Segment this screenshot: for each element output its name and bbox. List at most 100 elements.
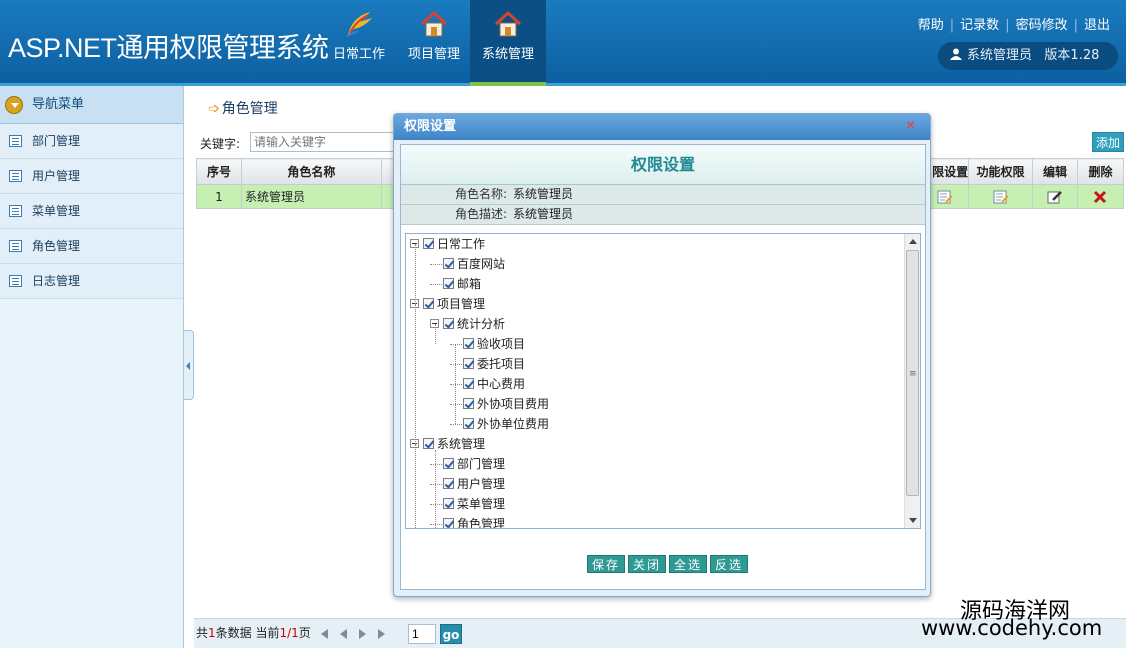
user-info: 系统管理员 版本1.28 — [938, 42, 1118, 70]
sidebar-item-department[interactable]: 部门管理 — [0, 124, 183, 159]
last-page-icon[interactable] — [377, 628, 385, 639]
tree-node[interactable]: 验收项目 — [450, 334, 525, 354]
sidebar-item-label: 角色管理 — [32, 239, 81, 253]
tree-connector — [450, 404, 462, 405]
checkbox-checked-icon[interactable] — [423, 238, 434, 249]
tree-node[interactable]: 外协项目费用 — [450, 394, 549, 414]
list-icon — [9, 240, 22, 252]
sidebar-item-label: 日志管理 — [32, 274, 81, 288]
tree-node-label: 外协项目费用 — [477, 397, 550, 411]
tree-node[interactable]: 委托项目 — [450, 354, 525, 374]
checkbox-checked-icon[interactable] — [443, 498, 454, 509]
tree-node[interactable]: 菜单管理 — [430, 494, 505, 514]
close-button[interactable]: 关闭 — [628, 555, 667, 573]
checkbox-checked-icon[interactable] — [423, 298, 434, 309]
records-link[interactable]: 记录数 — [960, 18, 999, 33]
column-header[interactable]: 编辑 — [1032, 158, 1078, 185]
permission-edit-icon[interactable] — [937, 190, 953, 204]
user-name: 系统管理员 — [967, 48, 1033, 63]
topnav-project-management[interactable]: 项目管理 — [398, 0, 470, 86]
tree-connector — [450, 364, 462, 365]
dialog-titlebar[interactable]: 权限设置 — [394, 114, 930, 140]
tree-node-label: 系统管理 — [437, 437, 486, 451]
list-icon — [9, 135, 22, 147]
sidebar-header[interactable]: 导航菜单 — [0, 86, 183, 124]
tree-node-label: 项目管理 — [437, 297, 486, 311]
pager-current: 1/1 — [279, 626, 299, 640]
checkbox-checked-icon[interactable] — [443, 518, 454, 528]
checkbox-checked-icon[interactable] — [443, 278, 454, 289]
column-header[interactable]: 删除 — [1076, 158, 1125, 185]
close-icon[interactable]: × — [905, 118, 916, 133]
column-header[interactable]: 序号 — [196, 158, 242, 185]
permission-edit-icon[interactable] — [993, 190, 1009, 204]
change-password-link[interactable]: 密码修改 — [1016, 18, 1068, 33]
next-page-icon[interactable] — [358, 628, 366, 639]
tree-node[interactable]: 用户管理 — [430, 474, 505, 494]
checkbox-checked-icon[interactable] — [443, 318, 454, 329]
sidebar-item-user[interactable]: 用户管理 — [0, 159, 183, 194]
column-header[interactable]: 功能权限 — [968, 158, 1034, 185]
version-label: 版本1.28 — [1044, 48, 1100, 63]
topnav-label: 日常工作 — [332, 47, 385, 62]
tree-node[interactable]: 中心费用 — [450, 374, 525, 394]
sidebar-collapse-handle[interactable] — [184, 330, 194, 400]
logout-link[interactable]: 退出 — [1084, 18, 1110, 33]
sidebar-item-log[interactable]: 日志管理 — [0, 264, 183, 299]
tree-connector — [430, 264, 442, 265]
scroll-down-icon[interactable] — [909, 518, 917, 523]
tree-connector-line — [455, 344, 456, 424]
tree-connector — [430, 464, 442, 465]
scroll-up-icon[interactable] — [909, 239, 917, 244]
top-links: 帮助 | 记录数 | 密码修改 | 退出 — [917, 18, 1110, 33]
prev-page-icon[interactable] — [339, 628, 347, 639]
tree-connector — [450, 384, 462, 385]
tree-node[interactable]: 百度网站 — [430, 254, 505, 274]
topnav-label: 系统管理 — [481, 47, 534, 62]
go-button[interactable]: go — [440, 624, 462, 644]
checkbox-checked-icon[interactable] — [443, 478, 454, 489]
sidebar-item-label: 部门管理 — [32, 134, 81, 148]
sidebar-item-role[interactable]: 角色管理 — [0, 229, 183, 264]
checkbox-checked-icon[interactable] — [443, 458, 454, 469]
role-desc-row: 角色描述: 系统管理员 — [401, 205, 925, 225]
checkbox-checked-icon[interactable] — [463, 338, 474, 349]
select-all-button[interactable]: 全选 — [669, 555, 708, 573]
tree-node[interactable]: 邮箱 — [430, 274, 481, 294]
tree-scrollbar[interactable] — [904, 234, 920, 528]
keyword-input[interactable] — [250, 132, 400, 152]
scrollbar-thumb[interactable] — [906, 250, 919, 496]
tree-node[interactable]: 部门管理 — [430, 454, 505, 474]
tree-node-label: 验收项目 — [477, 337, 526, 351]
tree-node[interactable]: 外协单位费用 — [450, 414, 549, 434]
tree-node[interactable]: 角色管理 — [430, 514, 505, 528]
tree-connector — [430, 484, 442, 485]
help-link[interactable]: 帮助 — [918, 18, 944, 33]
pencil-icon[interactable] — [1047, 190, 1063, 204]
tree-node[interactable]: 系统管理 — [410, 434, 485, 454]
tree-node[interactable]: 日常工作 — [410, 234, 485, 254]
delete-icon[interactable] — [1092, 190, 1108, 204]
invert-selection-button[interactable]: 反选 — [710, 555, 749, 573]
checkbox-checked-icon[interactable] — [423, 438, 434, 449]
checkbox-checked-icon[interactable] — [463, 378, 474, 389]
first-page-icon[interactable] — [320, 628, 328, 639]
tree-node[interactable]: 项目管理 — [410, 294, 485, 314]
topnav-system-management[interactable]: 系统管理 — [470, 0, 546, 86]
sidebar-item-menu[interactable]: 菜单管理 — [0, 194, 183, 229]
tree-connector-line — [415, 444, 416, 528]
tree-node[interactable]: 统计分析 — [430, 314, 505, 334]
tree-node-label: 委托项目 — [477, 357, 526, 371]
column-header[interactable]: 角色名称 — [240, 158, 382, 185]
page-number-input[interactable] — [408, 624, 436, 644]
add-button[interactable]: 添加 — [1092, 132, 1124, 152]
topnav-daily-work[interactable]: 日常工作 — [326, 0, 392, 86]
tree-connector — [450, 424, 462, 425]
arrow-right-icon: ➩ — [208, 101, 220, 117]
checkbox-checked-icon[interactable] — [463, 358, 474, 369]
checkbox-checked-icon[interactable] — [463, 398, 474, 409]
tree-node-label: 邮箱 — [457, 277, 482, 291]
checkbox-checked-icon[interactable] — [463, 418, 474, 429]
save-button[interactable]: 保存 — [587, 555, 626, 573]
checkbox-checked-icon[interactable] — [443, 258, 454, 269]
